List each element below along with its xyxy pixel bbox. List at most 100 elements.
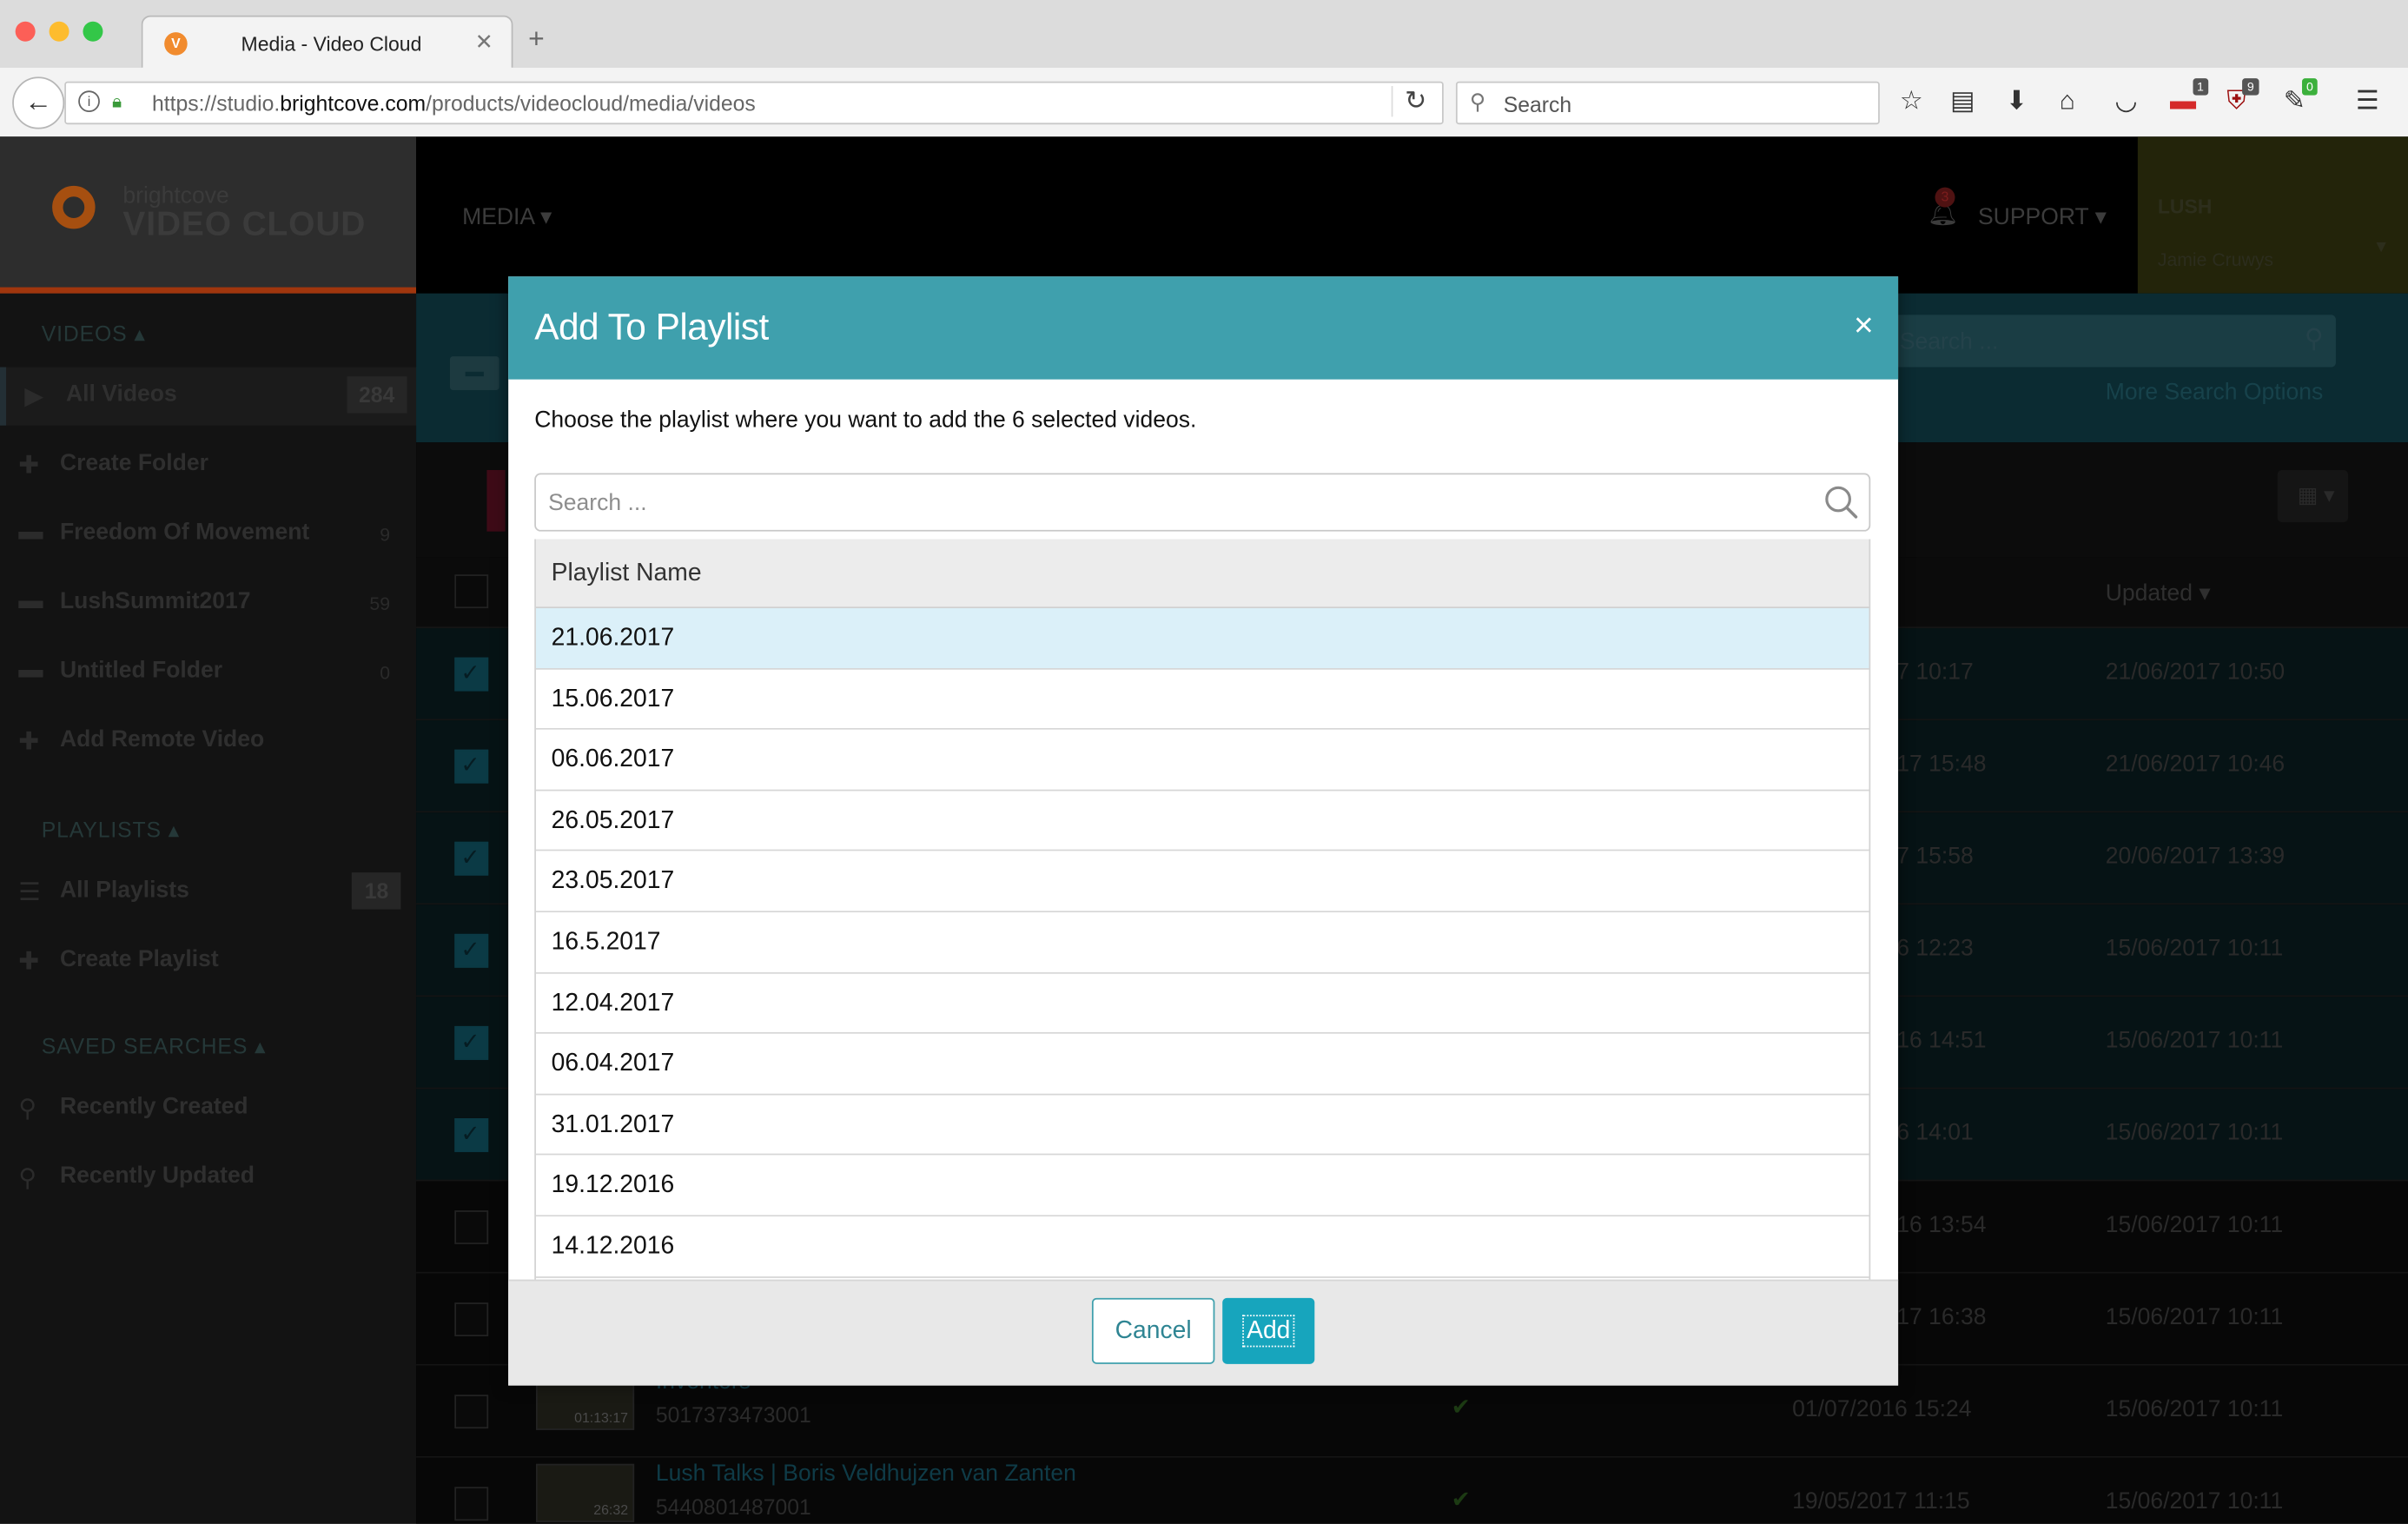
url-bar[interactable]: i 🔒︎ https://studio.brightcove.com/produ…: [64, 81, 1444, 125]
sidebar-item-recently-created[interactable]: ⚲ Recently Created: [0, 1080, 416, 1138]
video-thumbnail[interactable]: 26:32: [535, 1463, 635, 1522]
minimize-window-button[interactable]: [49, 21, 69, 42]
info-icon[interactable]: i: [78, 90, 100, 113]
search-icon: ⚲: [1469, 89, 1485, 114]
search-icon[interactable]: [1824, 486, 1858, 520]
browser-tab-bar: V Media - Video Cloud ✕ +: [0, 0, 2408, 70]
row-checkbox[interactable]: [454, 1117, 489, 1152]
playlist-row[interactable]: 21.06.2017: [535, 608, 1869, 670]
back-arrow-icon[interactable]: ←: [12, 76, 65, 129]
playlist-table: Playlist Name 21.06.2017 15.06.2017 06.0…: [534, 539, 1871, 1280]
playlist-row[interactable]: 19.12.2016: [535, 1156, 1869, 1217]
video-name-link[interactable]: Lush Talks | Boris Veldhujzen van Zanten: [656, 1461, 1076, 1487]
playlist-row[interactable]: 06.06.2017: [535, 730, 1869, 792]
sidebar-item-add-remote-video[interactable]: ✚ Add Remote Video: [0, 712, 416, 771]
row-checkbox[interactable]: [454, 1210, 489, 1244]
tab-close-icon[interactable]: ✕: [475, 30, 493, 56]
playlist-row[interactable]: 15.06.2017: [535, 669, 1869, 731]
sidebar-item-freedom-of-movement[interactable]: ▬ Freedom Of Movement 9: [0, 506, 416, 564]
download-icon[interactable]: ⬇: [2006, 87, 2028, 116]
playlist-name: 23.05.2017: [551, 868, 675, 895]
new-tab-icon[interactable]: +: [528, 24, 545, 52]
video-id: 5440801487001: [655, 1494, 811, 1520]
notification-badge: 3: [1935, 187, 1955, 208]
lock-icon: 🔒︎: [112, 90, 122, 113]
saved-searches-section-header[interactable]: SAVED SEARCHES ▴: [42, 1034, 267, 1060]
created-date: 17 16:38: [1896, 1303, 1987, 1330]
videos-section-header[interactable]: VIDEOS ▴: [42, 321, 146, 347]
browser-tab[interactable]: V Media - Video Cloud ✕: [141, 15, 513, 70]
sidebar-item-recently-updated[interactable]: ⚲ Recently Updated: [0, 1149, 416, 1207]
support-menu[interactable]: SUPPORT ▾: [1978, 202, 2107, 230]
add-button[interactable]: Add: [1222, 1297, 1315, 1364]
select-all-checkbox[interactable]: [454, 574, 489, 609]
playlists-section-header[interactable]: PLAYLISTS ▴: [42, 817, 180, 843]
deselect-all-button[interactable]: [449, 356, 499, 391]
modal-footer: Cancel Add: [508, 1279, 1899, 1386]
video-id: 5017373473001: [655, 1402, 811, 1428]
playlist-name: 21.06.2017: [551, 625, 675, 652]
sidebar-item-create-playlist[interactable]: ✚ Create Playlist: [0, 932, 416, 991]
url-text[interactable]: https://studio.brightcove.com/products/v…: [152, 90, 756, 115]
playlist-row[interactable]: 31.01.2017: [535, 1095, 1869, 1156]
updated-date: 15/06/2017 10:11: [2105, 1119, 2284, 1146]
checkmark-icon: ✔: [1451, 1395, 1471, 1421]
row-checkbox[interactable]: [454, 1025, 489, 1060]
sidebar-item-lushsummit2017[interactable]: ▬ LushSummit2017 59: [0, 574, 416, 633]
ublock-icon[interactable]: ⛨ 9: [2226, 78, 2259, 116]
more-search-options-link[interactable]: More Search Options: [2106, 380, 2324, 406]
modal-header: Add To Playlist ×: [508, 276, 1899, 380]
logo[interactable]: brightcove VIDEO CLOUD: [0, 136, 417, 294]
search-icon: ⚲: [2304, 324, 2324, 354]
close-icon[interactable]: ×: [1854, 308, 1874, 342]
bookmark-star-icon[interactable]: ☆: [1900, 87, 1923, 116]
playlist-name: 06.06.2017: [551, 746, 675, 773]
row-checkbox[interactable]: [454, 1302, 489, 1337]
playlist-row[interactable]: 16.5.2017: [535, 912, 1869, 974]
playlist-name: 31.01.2017: [551, 1111, 675, 1138]
table-row[interactable]: 26:32 Lush Talks | Boris Veldhujzen van …: [416, 1457, 2408, 1524]
hamburger-menu-icon[interactable]: ☰: [2356, 87, 2379, 116]
home-icon[interactable]: ⌂: [2060, 87, 2075, 116]
playlist-search-input[interactable]: [548, 487, 1808, 518]
row-checkbox[interactable]: [454, 1487, 489, 1521]
row-checkbox[interactable]: [454, 1395, 489, 1429]
zoom-window-button[interactable]: [83, 21, 103, 42]
extension-icon[interactable]: ▬ 1: [2170, 78, 2209, 116]
sidebar-item-all-videos[interactable]: ▶ All Videos 284: [0, 367, 423, 426]
video-search-input[interactable]: Search ... ⚲: [1890, 315, 2336, 368]
row-checkbox[interactable]: [454, 841, 489, 876]
cancel-button[interactable]: Cancel: [1091, 1297, 1215, 1364]
reload-icon[interactable]: ↻: [1391, 85, 1426, 117]
close-window-button[interactable]: [15, 21, 36, 42]
reading-list-icon[interactable]: ▤: [1950, 87, 1975, 116]
account-menu[interactable]: LUSH Jamie Cruwys ▼: [2137, 136, 2408, 294]
sidebar-item-label: All Videos: [66, 381, 177, 408]
pocket-icon[interactable]: ◡: [2114, 87, 2137, 116]
playlist-row[interactable]: 26.05.2017: [535, 791, 1869, 852]
sidebar-item-label: Freedom Of Movement: [59, 519, 310, 546]
folder-icon: ▬: [18, 588, 43, 615]
sidebar-item-untitled-folder[interactable]: ▬ Untitled Folder 0: [0, 644, 416, 702]
row-checkbox[interactable]: [454, 933, 489, 968]
browser-search-bar[interactable]: ⚲ Search: [1455, 81, 1880, 125]
modal-description: Choose the playlist where you want to ad…: [534, 407, 1197, 434]
sidebar-item-count: 18: [352, 872, 401, 910]
playlist-row[interactable]: 23.05.2017: [535, 851, 1869, 913]
playlist-name: 19.12.2016: [551, 1172, 675, 1199]
row-checkbox[interactable]: [454, 657, 489, 692]
media-menu[interactable]: MEDIA ▾: [462, 202, 552, 230]
search-icon: ⚲: [18, 1165, 36, 1192]
ublock-badge: 9: [2242, 78, 2259, 96]
sidebar-item-all-playlists[interactable]: ☰ All Playlists 18: [0, 864, 416, 922]
view-toggle-button[interactable]: ▦ ▾: [2277, 469, 2349, 523]
playlist-row[interactable]: 14.12.2016: [535, 1216, 1869, 1278]
shoe-extension-icon[interactable]: ✎ 0: [2284, 78, 2319, 116]
playlist-row[interactable]: 12.04.2017: [535, 973, 1869, 1035]
updated-date: 20/06/2017 13:39: [2105, 843, 2286, 870]
playlist-row[interactable]: 06.04.2017: [535, 1034, 1869, 1096]
delete-button[interactable]: [486, 469, 506, 532]
row-checkbox[interactable]: [454, 749, 489, 784]
updated-column-header[interactable]: Updated ▾: [2106, 579, 2211, 606]
sidebar-item-create-folder[interactable]: ✚ Create Folder: [0, 436, 416, 494]
